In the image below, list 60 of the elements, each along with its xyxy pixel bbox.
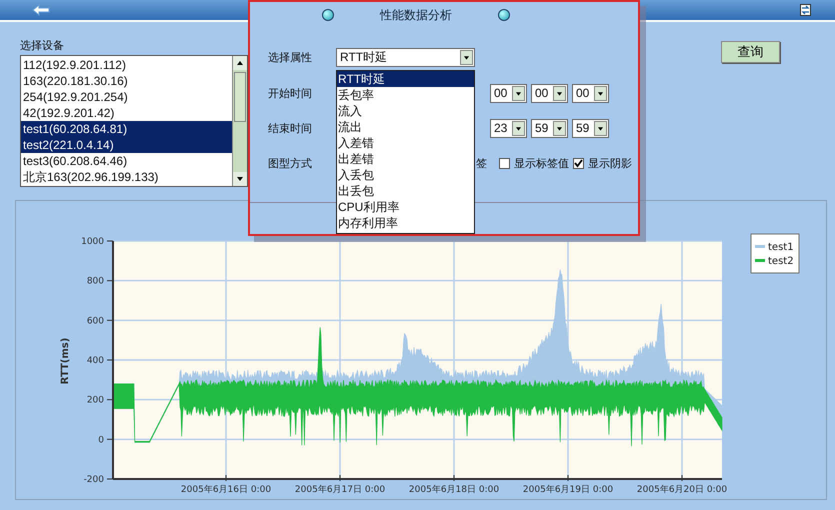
x-tick-label: 2005年6月18日 0:00 bbox=[408, 485, 500, 495]
y-tick-label: -200 bbox=[84, 475, 104, 485]
y-tick-label: 400 bbox=[86, 356, 104, 366]
y-tick-label: 200 bbox=[86, 396, 104, 406]
attribute-select[interactable]: RTT时延 bbox=[336, 48, 475, 66]
x-tick-label: 2005年6月19日 0:00 bbox=[522, 485, 614, 495]
dropdown-option[interactable]: 出差错 bbox=[337, 151, 474, 167]
scroll-down-icon[interactable] bbox=[233, 172, 247, 186]
swap-icon[interactable] bbox=[800, 4, 811, 16]
checkbox[interactable] bbox=[573, 158, 584, 168]
option-label: 签 bbox=[476, 156, 487, 170]
time-select[interactable]: 23 bbox=[490, 118, 527, 138]
dropdown-option[interactable]: CPU利用率 bbox=[337, 199, 474, 215]
orb-icon bbox=[498, 9, 510, 21]
time-select[interactable]: 59 bbox=[531, 118, 568, 138]
x-tick-label: 2005年6月16日 0:00 bbox=[180, 485, 272, 495]
y-tick-label: 1000 bbox=[81, 237, 104, 247]
device-item[interactable]: 112(192.9.201.112) bbox=[21, 57, 232, 73]
dropdown-option[interactable]: 丢包率 bbox=[337, 87, 474, 103]
chart-type-label: 图型方式 bbox=[268, 156, 313, 170]
y-tick-label: 600 bbox=[86, 316, 104, 326]
scrollbar[interactable] bbox=[232, 56, 247, 186]
dropdown-option[interactable]: 入差错 bbox=[337, 135, 474, 151]
device-item[interactable]: 42(192.9.201.42) bbox=[21, 105, 232, 121]
device-item[interactable]: 163(220.181.30.16) bbox=[21, 73, 232, 89]
time-select[interactable]: 00 bbox=[490, 84, 527, 102]
dropdown-option[interactable]: RTT时延 bbox=[337, 71, 474, 87]
time-select[interactable]: 59 bbox=[572, 118, 609, 138]
dropdown-option[interactable]: 流入 bbox=[337, 103, 474, 119]
scroll-up-icon[interactable] bbox=[233, 56, 247, 70]
x-tick-label: 2005年6月20日 0:00 bbox=[636, 485, 728, 495]
y-tick-label: 800 bbox=[86, 276, 104, 287]
start-time-label: 开始时间 bbox=[268, 86, 313, 100]
legend-box bbox=[750, 234, 800, 274]
option-label: 显示标签值 bbox=[514, 156, 569, 170]
device-label: 选择设备 bbox=[20, 38, 65, 53]
device-item[interactable]: test3(60.208.64.46) bbox=[21, 153, 232, 169]
x-tick-label: 2005年6月17日 0:00 bbox=[294, 485, 386, 495]
device-item[interactable]: test2(221.0.4.14) bbox=[21, 137, 232, 153]
query-button[interactable]: 查询 bbox=[721, 41, 780, 63]
legend-label: test2 bbox=[768, 256, 794, 267]
end-time-label: 结束时间 bbox=[268, 120, 313, 136]
y-axis-title: RTT(ms) bbox=[60, 338, 71, 384]
device-item[interactable]: 北京163(202.96.199.133) bbox=[21, 169, 232, 185]
back-arrow-icon[interactable] bbox=[32, 4, 50, 16]
dialog-title: 性能数据分析 bbox=[380, 6, 452, 24]
time-select[interactable]: 00 bbox=[531, 84, 568, 102]
attribute-label: 选择属性 bbox=[268, 50, 313, 64]
device-item[interactable]: test1(60.208.64.81) bbox=[21, 121, 232, 137]
checkbox[interactable] bbox=[499, 158, 510, 168]
device-item[interactable]: 254(192.9.201.254) bbox=[21, 89, 232, 105]
orb-icon bbox=[322, 9, 334, 21]
time-select[interactable]: 00 bbox=[572, 84, 609, 102]
legend-label: test1 bbox=[768, 242, 794, 253]
y-tick-label: 0 bbox=[98, 435, 104, 446]
dropdown-option[interactable]: 流出 bbox=[337, 119, 474, 135]
option-label: 显示阴影 bbox=[588, 156, 632, 170]
dropdown-option[interactable]: 入丢包 bbox=[337, 167, 474, 183]
dropdown-option[interactable]: 内存利用率 bbox=[337, 215, 474, 231]
dropdown-option[interactable]: 出丢包 bbox=[337, 183, 474, 199]
